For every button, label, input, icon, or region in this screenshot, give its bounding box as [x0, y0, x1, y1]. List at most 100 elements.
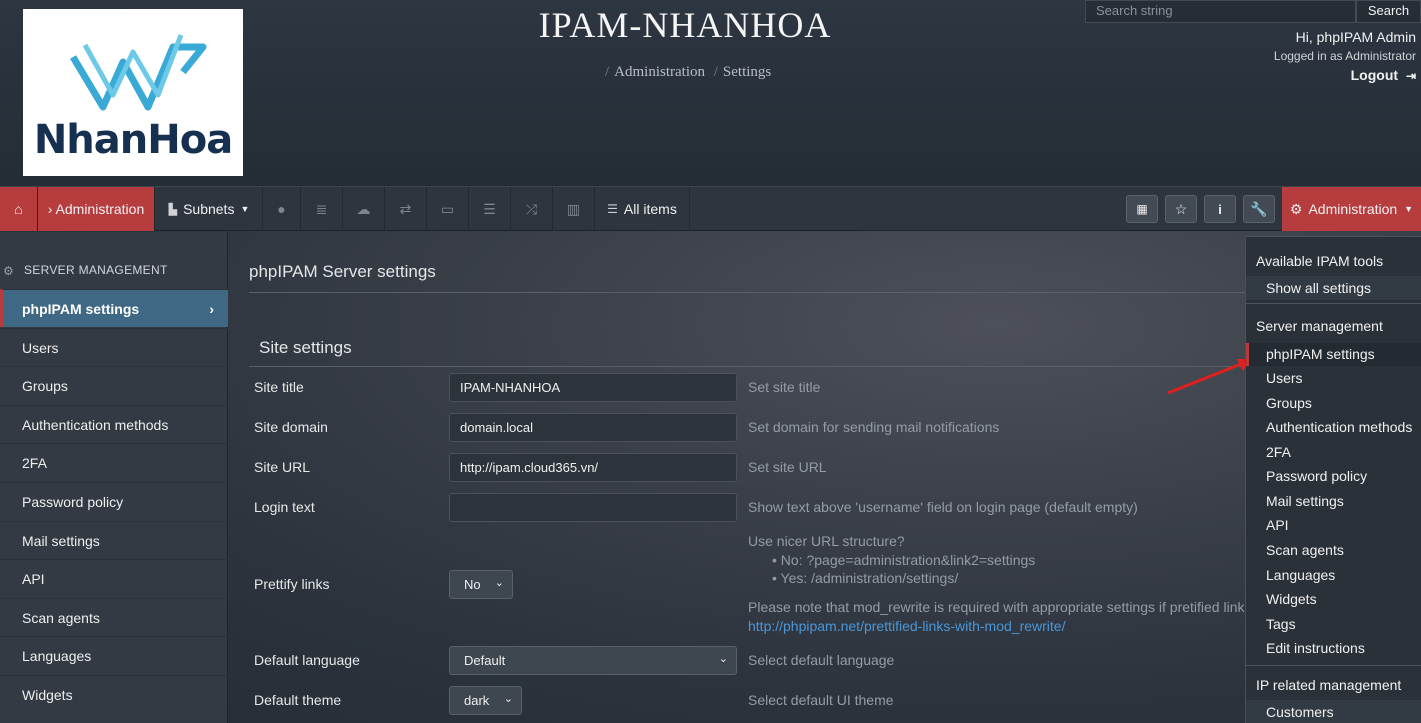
server-icon: ≣	[315, 200, 328, 217]
sidebar-item-scan-agents[interactable]: Scan agents	[0, 598, 228, 636]
default-theme-value: dark	[464, 693, 490, 708]
nav-random-button[interactable]: ⤮	[511, 187, 553, 231]
info-button[interactable]: i	[1204, 195, 1236, 223]
sidebar-item-label: phpIPAM settings	[22, 300, 140, 317]
caret-down-icon: ▼	[1404, 204, 1414, 214]
logout-label: Logout	[1350, 67, 1399, 83]
dropdown-item-customers[interactable]: Customers	[1266, 704, 1334, 720]
default-language-label: Default language	[254, 652, 360, 668]
logout-icon: ⇥	[1405, 69, 1416, 83]
cloud-icon: ☁	[356, 200, 371, 217]
dropdown-item-scan-agents[interactable]: Scan agents	[1266, 542, 1344, 558]
default-theme-label: Default theme	[254, 692, 342, 708]
sidebar-item-api[interactable]: API	[0, 559, 228, 597]
home-icon: ⌂	[14, 201, 23, 217]
prettify-select-value: No	[464, 577, 481, 592]
random-icon: ⤮	[525, 200, 538, 217]
login-text-help: Show text above 'username' field on logi…	[748, 499, 1138, 515]
user-greeting: Hi, phpIPAM Admin	[1295, 29, 1416, 45]
dropdown-item-groups[interactable]: Groups	[1266, 395, 1312, 411]
sidebar-item-groups[interactable]: Groups	[0, 366, 228, 404]
site-url-input[interactable]: http://ipam.cloud365.vn/	[449, 453, 737, 482]
dropdown-item-tags[interactable]: Tags	[1266, 616, 1296, 632]
header: NhanHoa IPAM-NHANHOA / Administration / Se…	[0, 0, 1421, 186]
divider	[249, 366, 1249, 367]
breadcrumb: / Administration / Settings	[605, 64, 772, 80]
site-title-input[interactable]: IPAM-NHANHOA	[449, 373, 737, 402]
administration-menu[interactable]: ⚙ Administration ▼	[1282, 187, 1421, 231]
nav-desktop-button[interactable]: ▭	[427, 187, 469, 231]
sidebar-item-mail-settings[interactable]: Mail settings	[0, 521, 228, 559]
section-heading: Site settings	[259, 338, 352, 357]
administration-menu-label: Administration	[1308, 201, 1398, 217]
dropdown-item-users[interactable]: Users	[1266, 370, 1303, 386]
prettify-label: Prettify links	[254, 576, 330, 592]
nav-map-button[interactable]: ▥	[553, 187, 595, 231]
site-title-label: Site title	[254, 379, 304, 395]
sidebar-item-languages[interactable]: Languages	[0, 636, 228, 674]
user-icon: ●	[277, 201, 286, 217]
nav-cloud-button[interactable]: ☁	[343, 187, 385, 231]
logout-link[interactable]: Logout ⇥	[1351, 67, 1416, 83]
desktop-icon: ▭	[440, 200, 455, 217]
nav-exchange-button[interactable]: ⇄	[385, 187, 427, 231]
sitemap-icon: ▙	[168, 203, 178, 216]
dropdown-item-mail-settings[interactable]: Mail settings	[1266, 493, 1344, 509]
dashboard-button[interactable]: ▦	[1126, 195, 1158, 223]
default-language-select[interactable]: Default ⌄	[449, 646, 737, 675]
login-text-label: Login text	[254, 499, 315, 515]
favourites-button[interactable]: ☆	[1165, 195, 1197, 223]
dropdown-item-languages[interactable]: Languages	[1266, 567, 1335, 583]
nav-administration[interactable]: › Administration	[38, 187, 155, 231]
dropdown-item-authentication-methods[interactable]: Authentication methods	[1266, 419, 1412, 435]
sidebar-item-2fa[interactable]: 2FA	[0, 443, 228, 481]
annotation-arrow-icon	[1167, 359, 1251, 395]
dropdown-item-edit-instructions[interactable]: Edit instructions	[1266, 640, 1365, 656]
sidebar-item-phpipam-settings[interactable]: phpIPAM settings ›	[0, 289, 228, 327]
nav-list-button[interactable]: ☰	[469, 187, 511, 231]
dropdown-item-2fa[interactable]: 2FA	[1266, 444, 1291, 460]
dashboard-icon: ▦	[1136, 202, 1148, 216]
site-url-help: Set site URL	[748, 459, 827, 475]
home-button[interactable]: ⌂	[0, 187, 38, 231]
dropdown-item-api[interactable]: API	[1266, 517, 1289, 533]
breadcrumb-settings: Settings	[722, 64, 772, 80]
sidebar-item-widgets[interactable]: Widgets	[0, 675, 228, 713]
nav-users-button[interactable]: ●	[263, 187, 301, 231]
site-url-label: Site URL	[254, 459, 311, 475]
sidebar-item-authentication-methods[interactable]: Authentication methods	[0, 405, 228, 443]
search-button[interactable]: Search	[1356, 0, 1421, 23]
dropdown-item-phpipam-settings[interactable]: phpIPAM settings	[1266, 346, 1375, 362]
administration-dropdown: Available IPAM tools Show all settings S…	[1245, 236, 1421, 723]
login-text-input[interactable]	[449, 493, 737, 522]
prettify-help-list: • No: ?page=administration&link2=setting…	[772, 552, 1035, 586]
logo-text: NhanHoa	[33, 117, 233, 163]
sidebar: ⚙ SERVER MANAGEMENT phpIPAM settings › U…	[0, 232, 228, 723]
nav-subnets[interactable]: ▙ Subnets ▼	[156, 187, 263, 231]
breadcrumb-administration[interactable]: Administration	[614, 64, 705, 80]
dropdown-item-widgets[interactable]: Widgets	[1266, 591, 1317, 607]
sidebar-heading: SERVER MANAGEMENT	[24, 263, 168, 277]
prettify-help-yes: • Yes: /administration/settings/	[772, 570, 959, 586]
default-theme-select[interactable]: dark ⌄	[449, 686, 522, 715]
nav-devices-button[interactable]: ≣	[301, 187, 343, 231]
dropdown-item-show-all[interactable]: Show all settings	[1266, 280, 1371, 296]
site-title-help: Set site title	[748, 379, 821, 395]
info-icon: i	[1218, 201, 1222, 217]
dropdown-item-password-policy[interactable]: Password policy	[1266, 468, 1367, 484]
tools-button[interactable]: 🔧	[1243, 195, 1275, 223]
search-input[interactable]: Search string	[1085, 0, 1356, 23]
cog-icon: ⚙	[1289, 200, 1303, 217]
nav-all-items[interactable]: ☰ All items	[595, 187, 690, 231]
sidebar-item-password-policy[interactable]: Password policy	[0, 482, 228, 520]
dropdown-header-server: Server management	[1256, 318, 1383, 334]
prettify-select[interactable]: No ⌄	[449, 570, 513, 599]
site-domain-input[interactable]: domain.local	[449, 413, 737, 442]
map-icon: ▥	[566, 200, 581, 217]
navbar: ⌂ › Administration ▙ Subnets ▼ ● ≣ ☁ ⇄ ▭…	[0, 186, 1421, 231]
prettify-docs-link[interactable]: http://phpipam.net/prettified-links-with…	[748, 618, 1065, 634]
star-icon: ☆	[1174, 200, 1188, 217]
sidebar-item-users[interactable]: Users	[0, 328, 228, 366]
wrench-icon: 🔧	[1250, 200, 1268, 217]
prettify-help-title: Use nicer URL structure?	[748, 533, 905, 549]
